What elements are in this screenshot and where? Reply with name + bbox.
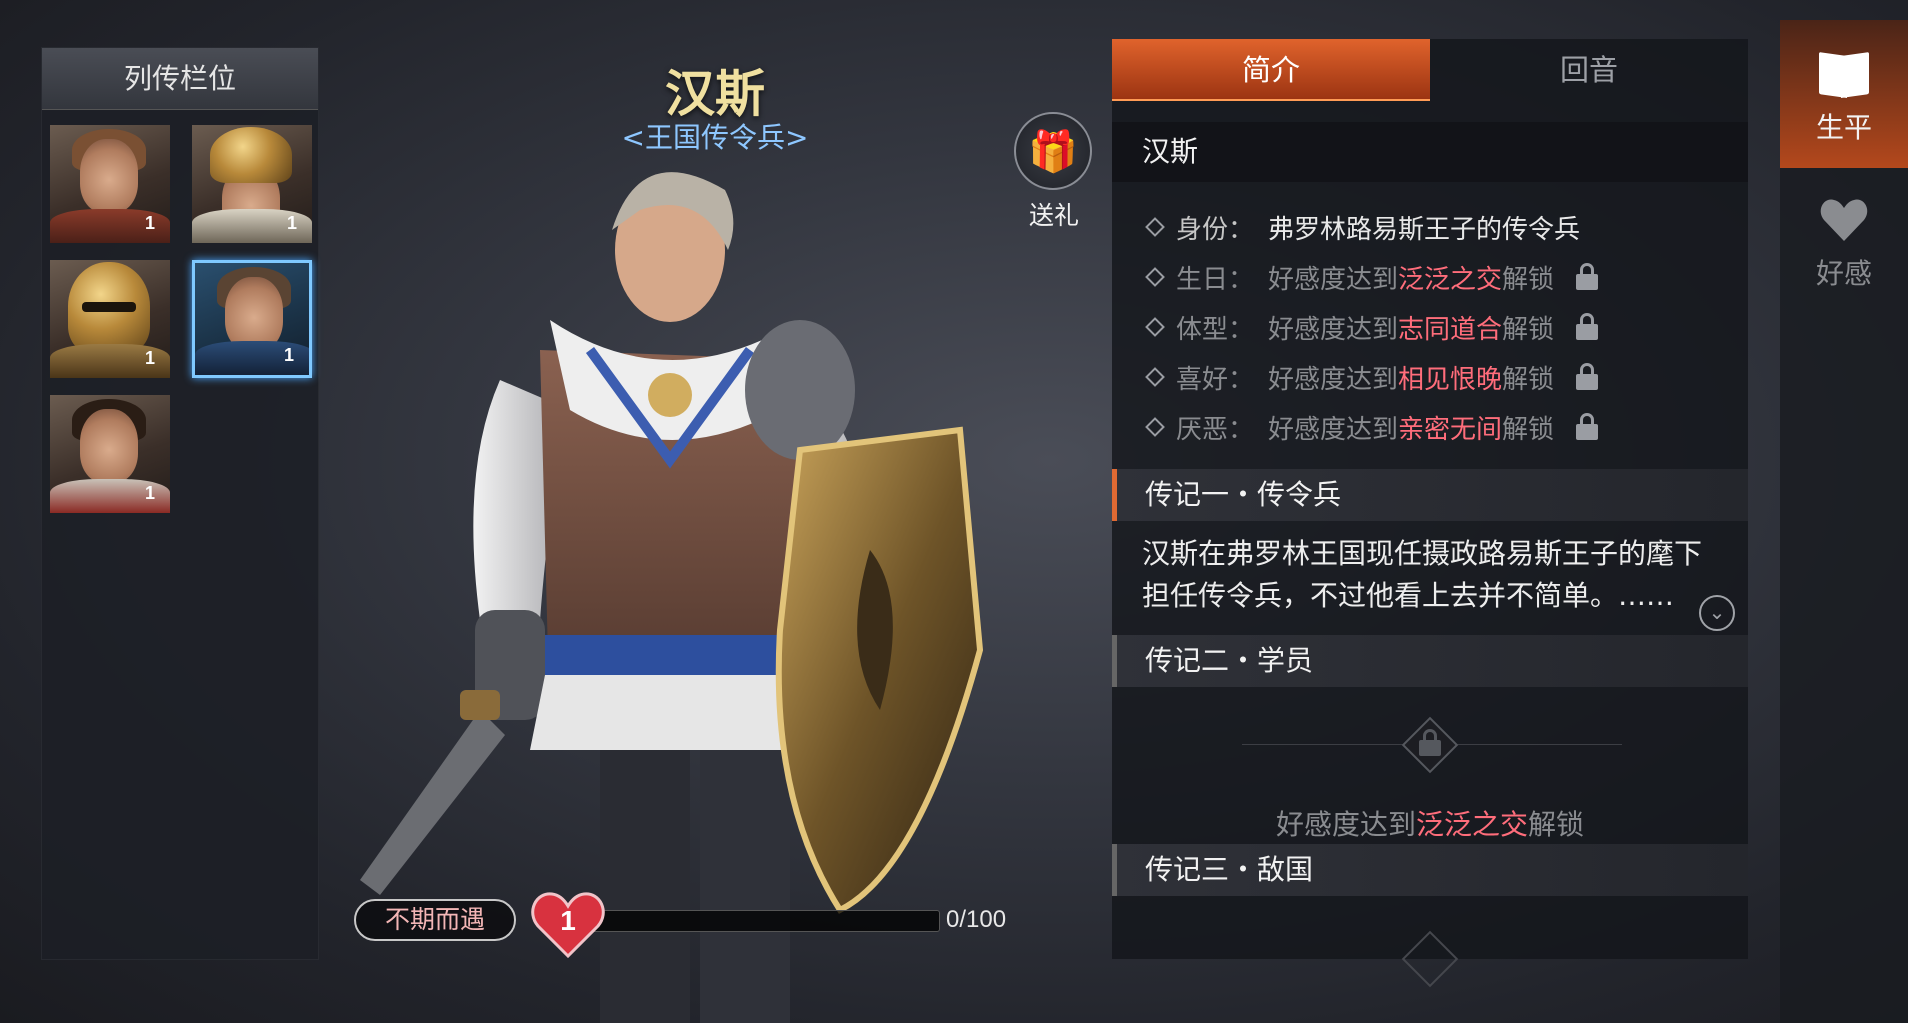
character-sword-hilt bbox=[460, 690, 500, 720]
tab-echo[interactable]: 回音 bbox=[1430, 39, 1748, 101]
side-tab-biography[interactable]: 生平 bbox=[1780, 20, 1908, 168]
side-tab-label: 好感 bbox=[1815, 257, 1872, 290]
attr-key: 体型： bbox=[1176, 314, 1255, 345]
character-leg-right bbox=[700, 720, 790, 1023]
portrait-helmet-slit bbox=[82, 302, 136, 312]
roster-panel: 列传栏位 1 1 1 1 1 bbox=[41, 47, 319, 960]
portrait-face bbox=[80, 409, 138, 483]
attr-key: 身份： bbox=[1176, 214, 1255, 245]
affection-progress-text: 0/100 bbox=[946, 906, 1007, 933]
gift-icon: 🎁 bbox=[1014, 112, 1092, 190]
heart-icon bbox=[1820, 198, 1868, 242]
character-belt bbox=[545, 635, 815, 675]
locked-diamond-frame bbox=[1401, 930, 1459, 988]
affection-level: 1 bbox=[560, 905, 576, 936]
attr-value: 好感度达到相见恨晚解锁 bbox=[1268, 364, 1555, 395]
attr-identity: 身份： 弗罗林路易斯王子的传令兵 bbox=[1142, 202, 1732, 252]
affection-heart-icon: 1 bbox=[136, 481, 164, 507]
diamond-bullet-icon bbox=[1145, 367, 1165, 387]
affection-heart-icon: 1 bbox=[136, 346, 164, 372]
attr-body-type: 体型： 好感度达到志同道合解锁 bbox=[1142, 302, 1732, 352]
attribute-list: 身份： 弗罗林路易斯王子的传令兵 生日： 好感度达到泛泛之交解锁 体型： 好感度… bbox=[1142, 202, 1732, 452]
lock-icon bbox=[1576, 363, 1599, 391]
gift-button[interactable]: 🎁 送礼 bbox=[1014, 112, 1094, 230]
portrait-face bbox=[225, 277, 283, 351]
portrait-helmet bbox=[210, 127, 292, 183]
bio3-heading[interactable]: 传记三・敌国 bbox=[1112, 844, 1748, 896]
side-tab-affection[interactable]: 好感 bbox=[1780, 168, 1908, 316]
diamond-bullet-icon bbox=[1145, 317, 1165, 337]
character-pauldron bbox=[745, 320, 855, 460]
character-title: <王国传令兵> bbox=[621, 121, 809, 154]
roster-slot-female-hero[interactable]: 1 bbox=[50, 125, 170, 243]
portrait-face bbox=[80, 139, 138, 213]
affection-status-badge: 不期而遇 bbox=[354, 899, 516, 941]
roster-slot-red-scarf-warrior[interactable]: 1 bbox=[50, 395, 170, 513]
attr-value: 好感度达到志同道合解锁 bbox=[1268, 314, 1555, 345]
side-tab-label: 生平 bbox=[1815, 111, 1872, 144]
bio1-text: 汉斯在弗罗林王国现任摄政路易斯王子的麾下担任传令兵，不过他看上去并不简单。…… bbox=[1142, 537, 1703, 612]
roster-slot-hans[interactable]: 1 bbox=[192, 260, 312, 378]
attr-value: 好感度达到泛泛之交解锁 bbox=[1268, 264, 1555, 295]
lock-icon bbox=[1576, 413, 1599, 441]
info-panel: 简介 回音 汉斯 身份： 弗罗林路易斯王子的传令兵 生日： 好感度达到泛泛之交解… bbox=[1112, 39, 1748, 988]
attr-value: 弗罗林路易斯王子的传令兵 bbox=[1268, 214, 1581, 245]
lock-icon bbox=[1576, 313, 1599, 341]
affection-heart-icon: 1 bbox=[136, 211, 164, 237]
affection-heart-icon: 1 bbox=[278, 211, 306, 237]
info-tabs: 简介 回音 bbox=[1112, 39, 1748, 101]
gift-label: 送礼 bbox=[1028, 201, 1079, 230]
bio2-heading[interactable]: 传记二・学员 bbox=[1112, 635, 1748, 687]
bio2-unlock-hint: 好感度达到泛泛之交解锁 bbox=[1275, 808, 1585, 841]
roster-slot-gold-helmet-warrior[interactable]: 1 bbox=[192, 125, 312, 243]
affection-heart-icon: 1 bbox=[275, 343, 303, 369]
attr-likes: 喜好： 好感度达到相见恨晚解锁 bbox=[1142, 352, 1732, 402]
diamond-bullet-icon bbox=[1145, 217, 1165, 237]
character-brooch bbox=[648, 373, 692, 417]
tab-intro[interactable]: 简介 bbox=[1112, 39, 1430, 101]
attr-dislikes: 厌恶： 好感度达到亲密无间解锁 bbox=[1142, 402, 1732, 452]
book-icon bbox=[1817, 50, 1871, 96]
character-leg-left bbox=[600, 720, 690, 1023]
attr-key: 喜好： bbox=[1176, 364, 1255, 395]
attr-birthday: 生日： 好感度达到泛泛之交解锁 bbox=[1142, 252, 1732, 302]
lock-icon bbox=[1419, 729, 1441, 759]
attr-key: 生日： bbox=[1176, 264, 1255, 295]
lock-icon bbox=[1576, 263, 1599, 291]
side-tab-bar: 生平 好感 bbox=[1780, 20, 1908, 1023]
roster-title: 列传栏位 bbox=[42, 48, 318, 110]
character-model bbox=[360, 172, 984, 1023]
section-character-name: 汉斯 bbox=[1112, 122, 1748, 182]
attr-key: 厌恶： bbox=[1176, 414, 1255, 445]
expand-chevron-icon[interactable]: ⌄ bbox=[1699, 595, 1735, 631]
diamond-bullet-icon bbox=[1145, 417, 1165, 437]
affection-level-heart-icon: 1 bbox=[530, 890, 606, 960]
roster-slot-gold-mask-knight[interactable]: 1 bbox=[50, 260, 170, 378]
attr-value: 好感度达到亲密无间解锁 bbox=[1268, 414, 1555, 445]
diamond-bullet-icon bbox=[1145, 267, 1165, 287]
character-sword bbox=[360, 710, 505, 895]
bio1-heading[interactable]: 传记一・传令兵 bbox=[1112, 469, 1748, 521]
affection-progress-bar bbox=[590, 910, 940, 932]
